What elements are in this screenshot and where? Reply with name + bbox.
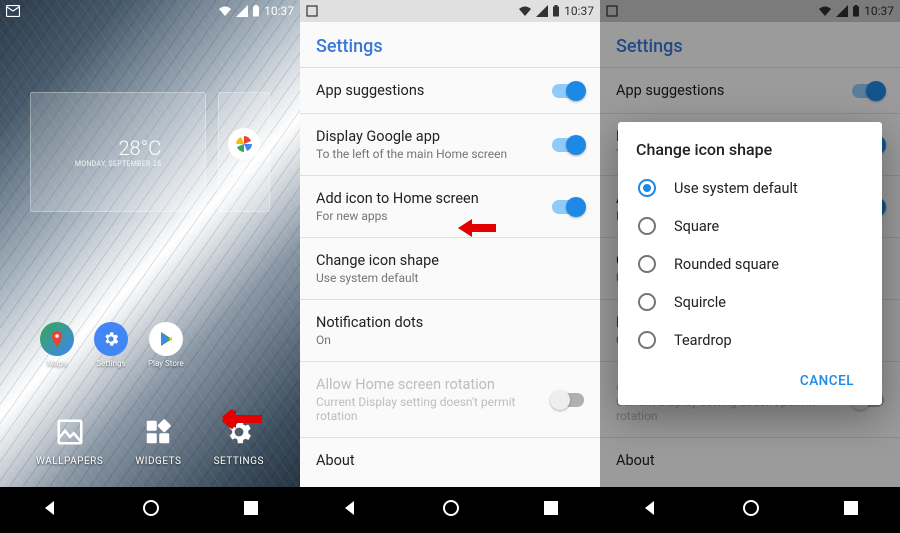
nav-recents-icon[interactable]: [843, 500, 859, 520]
option-label: SETTINGS: [214, 456, 264, 467]
setting-title: Add icon to Home screen: [316, 190, 540, 207]
radio-option-rounded-square[interactable]: Rounded square: [636, 245, 864, 283]
battery-icon: [552, 5, 560, 17]
cancel-button[interactable]: CANCEL: [790, 365, 864, 397]
radio-label: Teardrop: [674, 332, 732, 349]
option-label: WIDGETS: [135, 456, 181, 467]
dialog-change-icon-shape: Change icon shape Use system default Squ…: [618, 122, 882, 405]
setting-subtitle: To the left of the main Home screen: [316, 147, 540, 161]
status-bar-dim: [600, 0, 900, 22]
status-bar: 10:37: [0, 0, 300, 22]
settings-list: Settings App suggestions Display Google …: [300, 22, 600, 487]
nav-bar: [0, 487, 300, 533]
wifi-icon: [518, 5, 532, 17]
setting-title: Allow Home screen rotation: [316, 376, 540, 393]
maps-icon: [40, 322, 74, 356]
radio-label: Rounded square: [674, 256, 779, 273]
nav-recents-icon[interactable]: [543, 500, 559, 520]
setting-title: Change icon shape: [316, 252, 584, 269]
homescreen-page-preview[interactable]: 28°C MONDAY, SEPTEMBER 25: [30, 92, 206, 212]
option-label: WALLPAPERS: [36, 456, 103, 467]
setting-about[interactable]: About: [300, 438, 600, 483]
gear-icon: [94, 322, 128, 356]
nav-recents-icon[interactable]: [243, 500, 259, 520]
setting-display-google-app[interactable]: Display Google app To the left of the ma…: [300, 114, 600, 175]
nav-back-icon[interactable]: [341, 499, 359, 521]
nav-back-icon[interactable]: [641, 499, 659, 521]
setting-add-icon-home[interactable]: Add icon to Home screen For new apps: [300, 176, 600, 237]
signal-icon: [536, 5, 548, 17]
gear-icon: [221, 414, 257, 450]
photos-app-label: Photos: [233, 168, 255, 176]
radio-option-system-default[interactable]: Use system default: [636, 169, 864, 207]
phone-home-longpress: 10:37 28°C MONDAY, SEPTEMBER 25: [0, 0, 300, 533]
radio-icon: [638, 293, 656, 311]
mail-notification-icon: [6, 5, 20, 17]
screenshot-notification-icon: [306, 5, 318, 17]
setting-title: App suggestions: [316, 82, 540, 99]
setting-title: Display Google app: [316, 128, 540, 145]
radio-option-square[interactable]: Square: [636, 207, 864, 245]
setting-subtitle: For new apps: [316, 209, 540, 223]
setting-title: Notification dots: [316, 314, 584, 331]
radio-icon: [638, 179, 656, 197]
nav-home-icon[interactable]: [141, 498, 161, 522]
radio-label: Use system default: [674, 180, 798, 197]
radio-icon: [638, 255, 656, 273]
homescreen-page-preview-2[interactable]: Photos: [218, 92, 270, 212]
toggle-switch[interactable]: [552, 200, 584, 214]
radio-label: Square: [674, 218, 719, 235]
photos-app-icon: [228, 128, 260, 160]
phone-launcher-settings: 10:37 Settings App suggestions Display G…: [300, 0, 600, 533]
dock-label: Maps: [47, 359, 67, 368]
signal-icon: [236, 5, 248, 17]
wifi-icon: [218, 5, 232, 17]
home-options-row: WALLPAPERS WIDGETS SETTINGS: [0, 414, 300, 467]
nav-back-icon[interactable]: [41, 499, 59, 521]
option-wallpapers[interactable]: WALLPAPERS: [36, 414, 103, 467]
page-title: Settings: [300, 22, 600, 67]
status-time: 10:37: [564, 4, 594, 18]
status-time: 10:37: [264, 4, 294, 18]
dock-row: Maps Settings Play Store: [40, 322, 184, 368]
dock-item-settings[interactable]: Settings: [94, 322, 128, 368]
option-settings[interactable]: SETTINGS: [214, 414, 264, 467]
toggle-switch: [552, 393, 584, 407]
play-store-icon: [149, 322, 183, 356]
phone-icon-shape-dialog: 10:37 Settings App suggestions Display G…: [600, 0, 900, 533]
weather-temp: 28°C: [75, 136, 161, 160]
status-bar: 10:37: [300, 0, 600, 22]
radio-icon: [638, 331, 656, 349]
dialog-title: Change icon shape: [636, 140, 864, 159]
nav-bar: [600, 487, 900, 533]
wallpapers-icon: [52, 414, 88, 450]
setting-app-suggestions[interactable]: App suggestions: [300, 68, 600, 113]
home-content: 28°C MONDAY, SEPTEMBER 25 Photos: [0, 22, 300, 487]
weather-date: MONDAY, SEPTEMBER 25: [75, 160, 161, 168]
battery-icon: [252, 5, 260, 17]
setting-subtitle: Current Display setting doesn't permit r…: [316, 395, 540, 423]
radio-label: Squircle: [674, 294, 726, 311]
dock-label: Play Store: [148, 359, 184, 368]
radio-option-teardrop[interactable]: Teardrop: [636, 321, 864, 359]
toggle-switch[interactable]: [552, 138, 584, 152]
dock-item-maps[interactable]: Maps: [40, 322, 74, 368]
setting-subtitle: On: [316, 333, 584, 347]
nav-home-icon[interactable]: [741, 498, 761, 522]
dock-label: Settings: [96, 359, 125, 368]
setting-home-rotation: Allow Home screen rotation Current Displ…: [300, 362, 600, 437]
option-widgets[interactable]: WIDGETS: [135, 414, 181, 467]
homescreen-preview: 28°C MONDAY, SEPTEMBER 25 Photos: [30, 92, 270, 212]
nav-home-icon[interactable]: [441, 498, 461, 522]
setting-title: About: [316, 452, 584, 469]
nav-bar: [300, 487, 600, 533]
widgets-icon: [140, 414, 176, 450]
radio-option-squircle[interactable]: Squircle: [636, 283, 864, 321]
radio-icon: [638, 217, 656, 235]
dock-item-playstore[interactable]: Play Store: [148, 322, 184, 368]
setting-subtitle: Use system default: [316, 271, 584, 285]
toggle-switch[interactable]: [552, 84, 584, 98]
setting-notification-dots[interactable]: Notification dots On: [300, 300, 600, 361]
setting-change-icon-shape[interactable]: Change icon shape Use system default: [300, 238, 600, 299]
